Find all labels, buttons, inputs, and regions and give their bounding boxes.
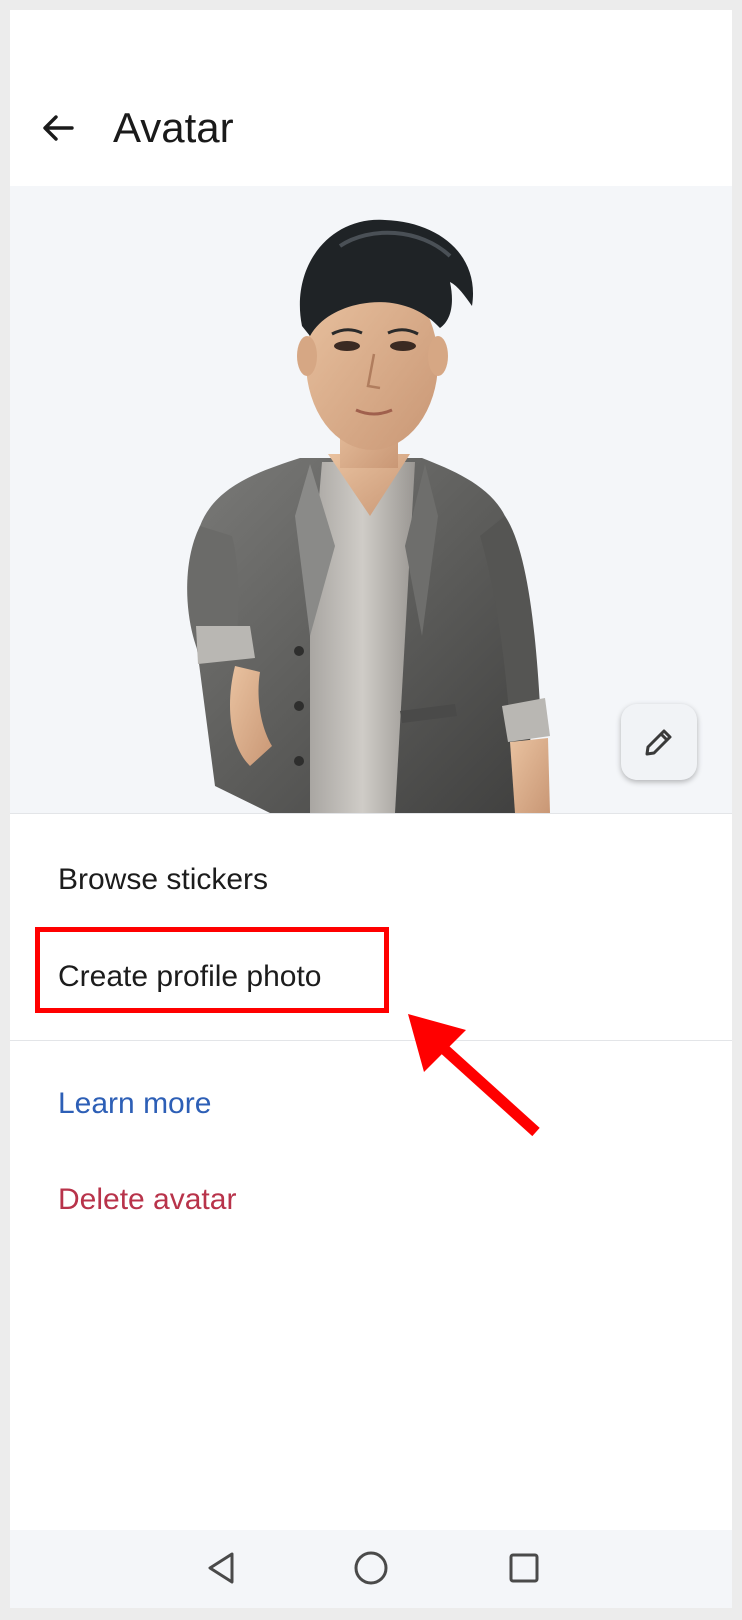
app-bar: Avatar — [10, 10, 732, 186]
avatar-preview — [10, 186, 732, 813]
arrow-left-icon — [43, 115, 74, 141]
pointer-arrow — [408, 1014, 540, 1137]
triangle-back-icon — [208, 1552, 234, 1584]
divider — [10, 1040, 732, 1041]
circle-home-icon — [354, 1551, 388, 1585]
browse-stickers-item[interactable]: Browse stickers — [58, 862, 268, 898]
pencil-icon — [645, 729, 672, 756]
nav-back-button[interactable] — [193, 1540, 249, 1596]
phone-screen: Avatar Browse stickers Create profile ph… — [10, 10, 732, 1608]
delete-avatar-button[interactable]: Delete avatar — [58, 1182, 236, 1218]
divider — [10, 813, 732, 814]
system-nav-bar — [10, 1530, 732, 1608]
page-title: Avatar — [113, 104, 234, 151]
back-button[interactable] — [38, 108, 78, 148]
create-profile-photo-item[interactable]: Create profile photo — [58, 959, 322, 995]
nav-recents-button[interactable] — [496, 1540, 552, 1596]
square-recents-icon — [509, 1553, 539, 1583]
learn-more-link[interactable]: Learn more — [58, 1086, 211, 1122]
nav-home-button[interactable] — [343, 1540, 399, 1596]
edit-avatar-button[interactable] — [621, 704, 697, 780]
